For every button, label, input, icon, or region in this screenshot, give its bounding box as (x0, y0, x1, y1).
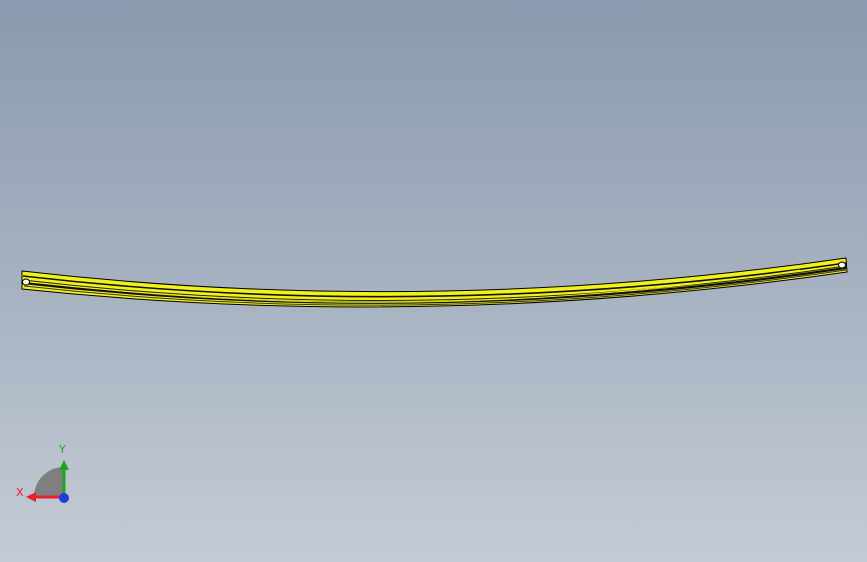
graphics-viewport[interactable]: X Y (0, 0, 867, 562)
coordinate-triad: X Y (10, 440, 80, 510)
triad-graphic (26, 460, 69, 503)
y-axis-label: Y (59, 443, 66, 456)
y-axis-arrowhead (59, 460, 69, 470)
x-axis-arrowhead (26, 492, 36, 502)
rail-end-hole[interactable] (22, 278, 30, 286)
curved-rail-model[interactable] (0, 0, 867, 562)
triad-quadrant (34, 467, 64, 497)
rail-end-hole[interactable] (838, 261, 846, 269)
x-axis-label: X (16, 486, 24, 499)
z-axis-dot (59, 493, 69, 503)
